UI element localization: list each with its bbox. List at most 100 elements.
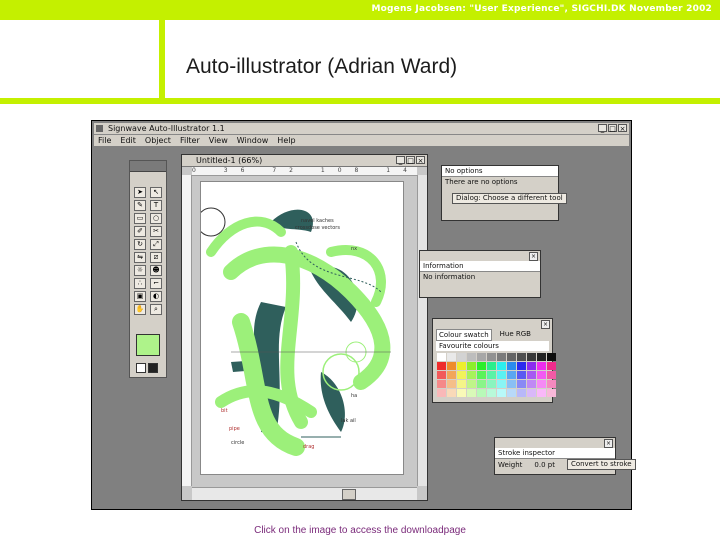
palette-swatch[interactable]	[457, 353, 466, 361]
app-screenshot[interactable]: Signwave Auto-Illustrator 1.1 _ □ × File…	[91, 120, 636, 510]
close-button[interactable]: ×	[618, 124, 627, 133]
palette-swatch[interactable]	[527, 380, 536, 388]
gradient-tool-icon[interactable]: ▣	[134, 291, 146, 302]
palette-swatch[interactable]	[487, 362, 496, 370]
palette-swatch[interactable]	[467, 353, 476, 361]
palette-swatch[interactable]	[547, 389, 556, 397]
spray-tool-icon[interactable]: ∴	[134, 278, 146, 289]
information-close-icon[interactable]: ×	[529, 252, 538, 261]
fill-toggle-icon[interactable]	[136, 363, 146, 373]
palette-swatch[interactable]	[437, 353, 446, 361]
palette-swatch[interactable]	[447, 371, 456, 379]
palette-swatch[interactable]	[507, 371, 516, 379]
palette-swatch[interactable]	[447, 362, 456, 370]
palette-swatch[interactable]	[497, 362, 506, 370]
palette-swatch[interactable]	[437, 380, 446, 388]
palette-swatch[interactable]	[477, 389, 486, 397]
options-dialog-button[interactable]: Dialog: Choose a different tool	[452, 193, 567, 204]
walker-tool-icon[interactable]: ☼	[134, 265, 146, 276]
rotate-tool-icon[interactable]: ↻	[134, 239, 146, 250]
palette-swatch[interactable]	[487, 389, 496, 397]
stroke-toggle-icon[interactable]	[148, 363, 158, 373]
palette-swatch[interactable]	[457, 371, 466, 379]
palette-swatch[interactable]	[507, 353, 516, 361]
palette-swatch[interactable]	[457, 380, 466, 388]
palette-swatch[interactable]	[477, 380, 486, 388]
palette-swatch[interactable]	[437, 371, 446, 379]
menu-filter[interactable]: Filter	[180, 135, 200, 146]
menu-object[interactable]: Object	[145, 135, 171, 146]
download-link[interactable]: Click on the image to access the downloa…	[0, 525, 720, 536]
zoom-tool-icon[interactable]: ⌕	[150, 304, 162, 315]
blend-tool-icon[interactable]: ◐	[150, 291, 162, 302]
palette-swatch[interactable]	[457, 362, 466, 370]
palette-swatch[interactable]	[547, 371, 556, 379]
palette-swatch[interactable]	[547, 353, 556, 361]
palette-swatch[interactable]	[447, 380, 456, 388]
palette-swatch[interactable]	[497, 389, 506, 397]
palette-swatch[interactable]	[487, 380, 496, 388]
stroke-weight-value[interactable]: 0.0 pt	[534, 460, 555, 470]
select-arrow-icon[interactable]: ➤	[134, 187, 146, 198]
ellipse-tool-icon[interactable]: ○	[150, 213, 162, 224]
menu-view[interactable]: View	[209, 135, 228, 146]
doc-close-button[interactable]: ×	[416, 156, 425, 165]
tab-colour-swatch[interactable]: Colour swatch	[436, 329, 492, 341]
palette-swatch[interactable]	[437, 362, 446, 370]
palette-swatch[interactable]	[527, 389, 536, 397]
palette-swatch[interactable]	[467, 362, 476, 370]
maximize-button[interactable]: □	[608, 124, 617, 133]
palette-swatch[interactable]	[477, 362, 486, 370]
brush-tool-icon[interactable]: ✐	[134, 226, 146, 237]
palette-swatch[interactable]	[447, 389, 456, 397]
tab-hue-rgb[interactable]: Hue RGB	[498, 329, 533, 341]
eyedropper-tool-icon[interactable]: ⌐	[150, 278, 162, 289]
scale-tool-icon[interactable]: ⤢	[150, 239, 162, 250]
stroke-close-icon[interactable]: ×	[604, 439, 613, 448]
palette-swatch[interactable]	[517, 362, 526, 370]
palette-swatch[interactable]	[517, 353, 526, 361]
palette-swatch[interactable]	[467, 380, 476, 388]
palette-swatch[interactable]	[537, 380, 546, 388]
text-tool-icon[interactable]: T	[150, 200, 162, 211]
palette-swatch[interactable]	[527, 353, 536, 361]
palette-swatch[interactable]	[507, 362, 516, 370]
palette-swatch[interactable]	[457, 389, 466, 397]
toolbox-titlebar[interactable]	[130, 161, 166, 172]
colour-close-icon[interactable]: ×	[541, 320, 550, 329]
palette-swatch[interactable]	[507, 380, 516, 388]
palette-swatch[interactable]	[527, 362, 536, 370]
menu-file[interactable]: File	[98, 135, 111, 146]
convert-to-stroke-button[interactable]: Convert to stroke	[566, 459, 636, 470]
palette-swatch[interactable]	[517, 380, 526, 388]
fill-colour-swatch[interactable]	[136, 334, 160, 356]
menu-edit[interactable]: Edit	[120, 135, 136, 146]
horizontal-scrollbar[interactable]	[192, 487, 417, 500]
palette-swatch[interactable]	[487, 371, 496, 379]
palette-swatch[interactable]	[467, 371, 476, 379]
reflect-tool-icon[interactable]: ⇋	[134, 252, 146, 263]
vertical-scrollbar[interactable]	[417, 175, 427, 486]
colour-palette[interactable]	[437, 353, 556, 397]
scrollbar-thumb[interactable]	[342, 489, 356, 500]
palette-swatch[interactable]	[547, 362, 556, 370]
document-titlebar[interactable]: Untitled-1 (66%) _ □ ×	[182, 155, 427, 167]
palette-swatch[interactable]	[487, 353, 496, 361]
palette-swatch[interactable]	[467, 389, 476, 397]
rectangle-tool-icon[interactable]: ▭	[134, 213, 146, 224]
palette-swatch[interactable]	[507, 389, 516, 397]
palette-swatch[interactable]	[477, 353, 486, 361]
doc-maximize-button[interactable]: □	[406, 156, 415, 165]
palette-swatch[interactable]	[537, 362, 546, 370]
palette-swatch[interactable]	[547, 380, 556, 388]
palette-swatch[interactable]	[497, 353, 506, 361]
scissors-tool-icon[interactable]: ✂	[150, 226, 162, 237]
bot-tool-icon[interactable]: ☻	[150, 265, 162, 276]
palette-swatch[interactable]	[517, 389, 526, 397]
palette-swatch[interactable]	[477, 371, 486, 379]
palette-swatch[interactable]	[437, 389, 446, 397]
palette-swatch[interactable]	[527, 371, 536, 379]
artboard[interactable]: navel kaches crossdose vectors nx bit pi…	[200, 181, 404, 475]
menu-window[interactable]: Window	[237, 135, 269, 146]
palette-swatch[interactable]	[537, 353, 546, 361]
